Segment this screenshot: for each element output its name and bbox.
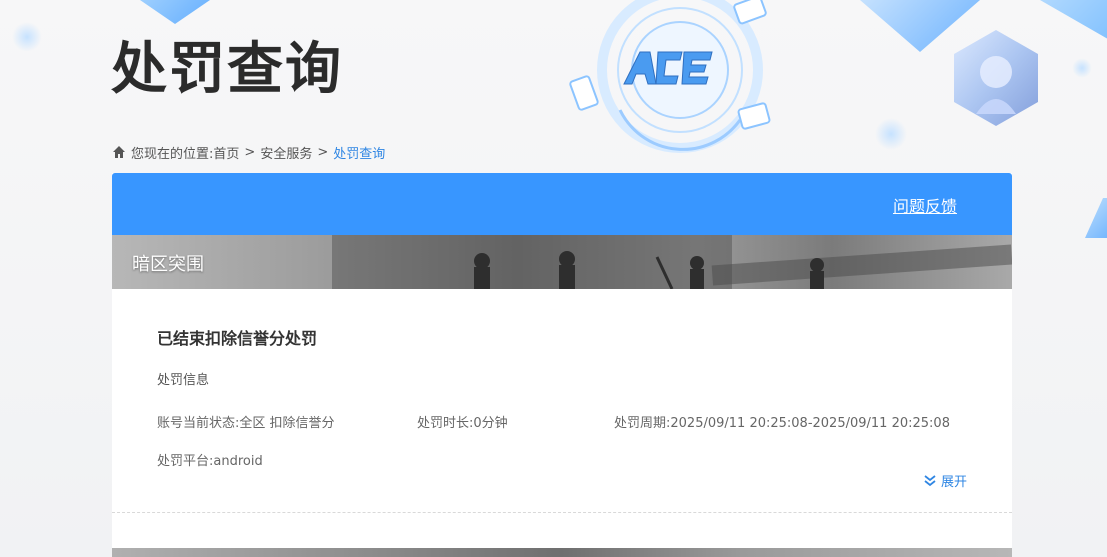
record-title: 已结束扣除信誉分处罚 xyxy=(157,329,318,348)
avatar-decoration xyxy=(954,30,1038,126)
double-chevron-down-icon xyxy=(924,474,936,486)
game-name: 暗区突围 xyxy=(132,254,204,275)
decorative-bubble xyxy=(12,22,42,52)
card-header: 问题反馈 xyxy=(112,173,1012,235)
penalty-query-page: 处罚查询 您现在的位置: 首页 > 安全服务 > 处罚查询 问题反馈 暗区突围 … xyxy=(0,0,1107,557)
penalty-period: 处罚周期:2025/09/11 20:25:08-2025/09/11 20:2… xyxy=(614,416,950,431)
breadcrumb: 您现在的位置: 首页 > 安全服务 > 处罚查询 xyxy=(112,142,385,162)
record-section-label: 处罚信息 xyxy=(157,373,210,388)
breadcrumb-prefix: 您现在的位置: xyxy=(131,146,214,162)
next-game-banner xyxy=(112,548,1012,557)
page-title: 处罚查询 xyxy=(111,37,343,102)
penalty-card: 问题反馈 暗区突围 已结束扣除信誉分处罚 处罚信息 账号当前状态:全区 扣除信誉… xyxy=(112,173,1012,557)
breadcrumb-separator: > xyxy=(244,144,256,160)
breadcrumb-current: 处罚查询 xyxy=(333,146,386,162)
ace-logo xyxy=(569,0,771,153)
breadcrumb-home-link[interactable]: 首页 xyxy=(213,143,239,162)
breadcrumb-security-services-link[interactable]: 安全服务 xyxy=(260,143,312,162)
penalty-record: 已结束扣除信誉分处罚 处罚信息 账号当前状态:全区 扣除信誉分 处罚时长:0分钟… xyxy=(112,289,1012,513)
home-icon xyxy=(113,146,125,158)
game-banner-art xyxy=(332,235,1012,289)
decorative-bubble xyxy=(875,118,907,150)
breadcrumb-separator: > xyxy=(317,144,329,160)
penalty-platform: 处罚平台:android xyxy=(157,454,263,469)
account-status: 账号当前状态:全区 扣除信誉分 xyxy=(157,416,335,431)
decorative-triangle xyxy=(140,0,210,24)
decorative-bubble xyxy=(1072,58,1092,78)
expand-button[interactable]: 展开 xyxy=(923,471,967,490)
expand-label: 展开 xyxy=(940,475,967,490)
decorative-shape xyxy=(1085,198,1107,238)
penalty-duration: 处罚时长:0分钟 xyxy=(417,416,508,431)
decorative-corner xyxy=(1040,0,1107,46)
game-banner: 暗区突围 xyxy=(112,235,1012,289)
feedback-link[interactable]: 问题反馈 xyxy=(893,193,957,217)
